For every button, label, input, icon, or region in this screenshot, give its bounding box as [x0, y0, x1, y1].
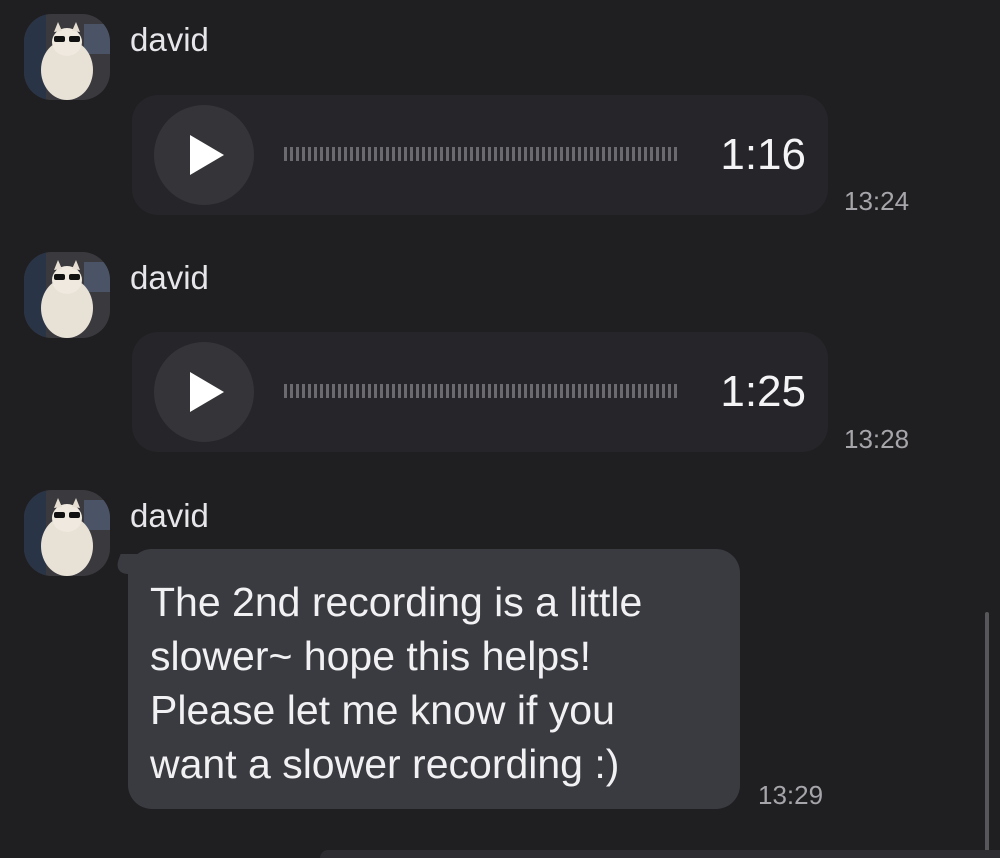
waveform[interactable] [284, 384, 678, 398]
composer-edge [320, 850, 1000, 858]
message-text-content: The 2nd recording is a little slower~ ho… [150, 579, 643, 787]
scrollbar[interactable] [985, 612, 989, 858]
text-bubble[interactable]: The 2nd recording is a little slower~ ho… [128, 549, 740, 809]
play-icon [190, 135, 224, 175]
avatar[interactable] [24, 490, 110, 576]
voice-message[interactable]: 1:16 [132, 95, 828, 215]
sender-name: david [130, 497, 209, 534]
play-icon [190, 372, 224, 412]
sender-name: david [130, 259, 209, 296]
waveform[interactable] [284, 147, 678, 161]
message-time: 13:28 [844, 424, 910, 454]
sender-name: david [130, 21, 209, 58]
avatar[interactable] [24, 14, 110, 100]
cat-avatar-icon [24, 490, 110, 576]
play-button[interactable] [154, 342, 254, 442]
voice-duration: 1:25 [720, 367, 806, 416]
cat-avatar-icon [24, 252, 110, 338]
message-time: 13:29 [758, 780, 824, 810]
play-button[interactable] [154, 105, 254, 205]
cat-avatar-icon [24, 14, 110, 100]
voice-duration: 1:16 [720, 130, 806, 179]
avatar[interactable] [24, 252, 110, 338]
voice-message[interactable]: 1:25 [132, 332, 828, 452]
message-time: 13:24 [844, 186, 910, 216]
